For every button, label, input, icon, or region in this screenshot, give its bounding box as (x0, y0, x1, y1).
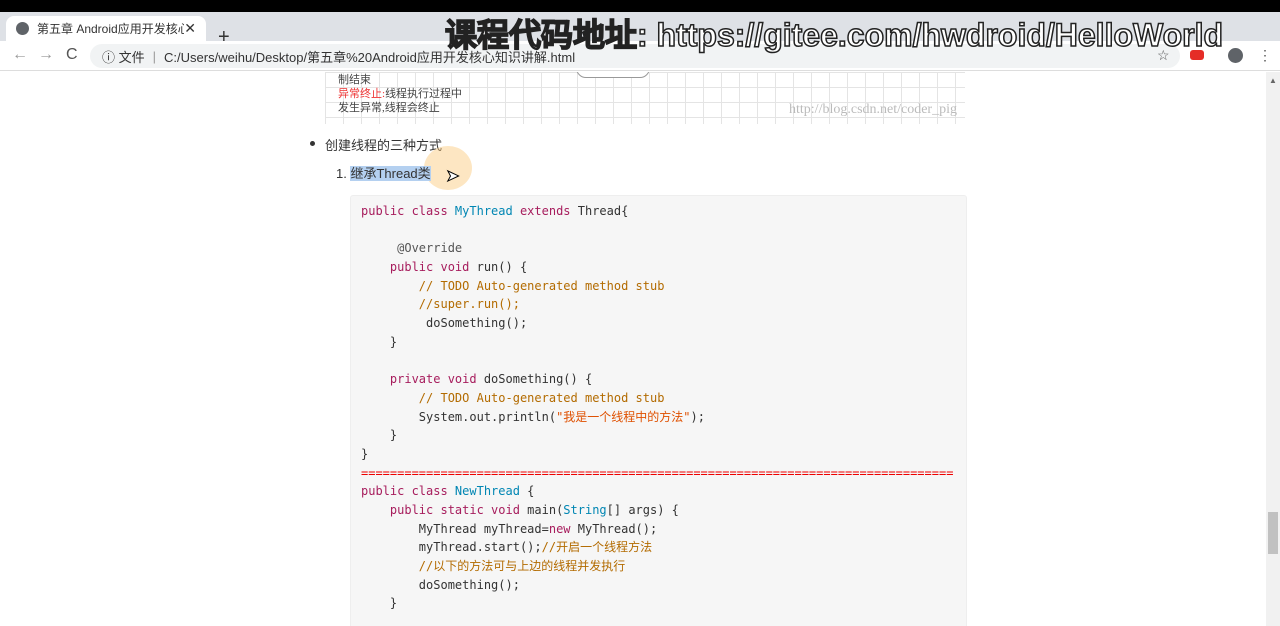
back-button[interactable]: ← (12, 46, 28, 64)
globe-icon (16, 22, 29, 35)
scroll-up-icon[interactable]: ▲ (1269, 76, 1277, 85)
page-content: 制结束 异常终止:线程执行过程中 发生异常,线程会终止 http://blog.… (0, 72, 1266, 626)
code-line: } (361, 594, 956, 613)
code-token: } (361, 596, 398, 611)
code-token: doSomething(); (361, 577, 520, 592)
code-token: ========================================… (361, 465, 954, 480)
menu-icon[interactable]: ⋮ (1258, 47, 1272, 64)
forward-button[interactable]: → (38, 46, 54, 64)
code-line: System.out.println("我是一个线程中的方法"); (361, 408, 956, 427)
diagram-text: 发生异常,线程会终止 (338, 102, 440, 114)
code-token: ); (690, 409, 705, 424)
mouse-cursor-icon: ➤ (445, 168, 460, 186)
code-line: public static void main(String[] args) { (361, 501, 956, 520)
code-token: @Override (361, 241, 463, 256)
code-line: myThread.start();//开启一个线程方法 (361, 538, 956, 557)
watermark: http://blog.csdn.net/coder_pig (789, 102, 957, 117)
code-line: } (361, 333, 956, 352)
code-line: //以下的方法可与上边的线程并发执行 (361, 557, 956, 576)
code-block: public class MyThread extends Thread{ @O… (350, 195, 967, 626)
code-line: @Override (361, 239, 956, 258)
code-token: public void (361, 260, 477, 275)
code-line: //super.run(); (361, 295, 956, 314)
code-line: private void doSomething() { (361, 370, 956, 389)
ordered-list-item: 1. 继承Thread类 (336, 166, 431, 181)
info-icon: ⓘ (102, 49, 119, 65)
scrollbar-thumb[interactable] (1268, 512, 1278, 554)
code-line: // TODO Auto-generated method stub (361, 389, 956, 408)
close-tab-icon[interactable]: ✕ (184, 20, 196, 37)
code-token: "我是一个线程中的方法" (556, 409, 691, 424)
code-token: //开启一个线程方法 (541, 540, 653, 555)
code-token: public class (361, 204, 455, 218)
code-line: doSomething(); (361, 314, 956, 333)
code-token: NewThread (454, 484, 520, 499)
code-token: run() { (476, 260, 528, 275)
code-token: doSomething() { (483, 372, 593, 387)
code-token: extends (512, 204, 578, 218)
code-line: // TODO Auto-generated method stub (361, 277, 956, 296)
code-token: [] args) { (606, 503, 679, 517)
selected-text: 继承Thread类 (350, 166, 431, 181)
code-token: } (361, 428, 398, 443)
code-line: } (361, 445, 956, 464)
code-token: //以下的方法可与上边的线程并发执行 (361, 559, 626, 574)
video-overlay-caption: 课程代码地址: https://gitee.com/hwdroid/HelloW… (444, 16, 1224, 54)
code-token: //super.run(); (361, 297, 520, 312)
code-line: public void run() { (361, 258, 956, 277)
code-line: public class NewThread { (361, 482, 956, 501)
browser-tab[interactable]: 第五章 Android应用开发核心知识讲解 ✕ (6, 16, 206, 41)
code-token: new (548, 521, 578, 536)
code-token: Thread{ (577, 204, 629, 218)
reload-button[interactable]: C (66, 46, 78, 64)
diagram-shape (576, 72, 650, 78)
code-line: } (361, 426, 956, 445)
profile-avatar-icon[interactable] (1228, 48, 1243, 63)
code-token: MyThread(); (577, 521, 658, 536)
code-token: // TODO Auto-generated method stub (361, 278, 665, 293)
divider: | (152, 48, 157, 64)
code-line: ========================================… (361, 464, 956, 483)
code-token: String (563, 503, 607, 517)
thread-state-diagram: 制结束 异常终止:线程执行过程中 发生异常,线程会终止 http://blog.… (325, 72, 965, 124)
code-token: myThread.start(); (361, 540, 542, 555)
code-token: // TODO Auto-generated method stub (361, 390, 665, 405)
code-token: } (361, 334, 398, 349)
code-token: System.out.println( (361, 409, 557, 424)
code-token: private void (361, 372, 484, 387)
code-line: doSomething(); (361, 576, 956, 595)
code-line: MyThread myThread=new MyThread(); (361, 520, 956, 539)
code-token: main( (527, 503, 564, 517)
list-item: 创建线程的三种方式 (309, 135, 442, 154)
tab-title: 第五章 Android应用开发核心知识讲解 (37, 22, 185, 36)
code-token: { (519, 484, 535, 499)
code-token: public class (361, 484, 455, 499)
file-label: 文件 (118, 49, 145, 65)
code-line: public class MyThread extends Thread{ (361, 202, 956, 221)
code-token: MyThread myThread= (361, 521, 549, 536)
code-token: MyThread (454, 204, 513, 218)
code-token: public static void (361, 503, 528, 517)
code-token: } (361, 446, 369, 461)
scrollbar[interactable]: ▲ (1266, 72, 1280, 626)
code-token: doSomething(); (361, 316, 528, 331)
